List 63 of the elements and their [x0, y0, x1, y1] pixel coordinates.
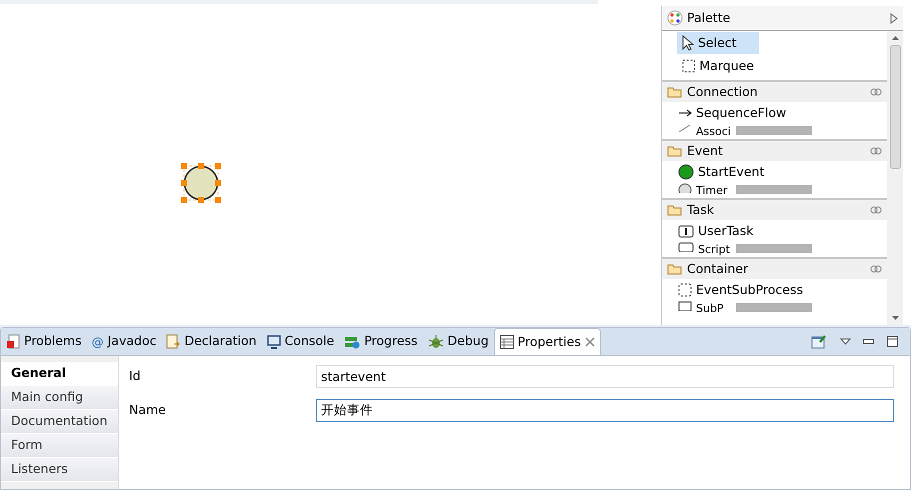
palette-entry[interactable]: Associ [662, 124, 887, 139]
user-task-icon [678, 224, 694, 238]
view-tab[interactable]: Debug [422, 328, 494, 355]
field-label: Id [128, 366, 142, 385]
minimize-icon[interactable] [863, 339, 874, 344]
monitor-icon [266, 334, 281, 348]
section-tab[interactable]: Listeners [1, 458, 118, 482]
folder-icon [667, 86, 683, 98]
palette-entry[interactable]: SubP [662, 301, 887, 316]
palette-entry[interactable]: Timer [662, 183, 887, 198]
palette-entry[interactable]: SequenceFlow [662, 102, 887, 124]
arrow-icon [678, 109, 692, 117]
dashed-rectangle-icon [682, 59, 696, 73]
view-tab[interactable]: @ Javadoc [86, 328, 162, 355]
palette-icon [667, 10, 683, 26]
palette-title: Palette [687, 8, 732, 27]
subprocess-icon [678, 301, 692, 311]
palette-entry[interactable]: EventSubProcess [662, 279, 887, 301]
scroll-up-icon[interactable] [890, 35, 900, 41]
section-tab[interactable]: Main config [1, 386, 118, 410]
section-tab[interactable]: Form [1, 434, 118, 458]
dashed-rectangle-icon [678, 283, 692, 297]
view-tab[interactable]: Problems [1, 328, 87, 355]
pin-icon[interactable] [811, 334, 827, 349]
scroll-down-icon[interactable] [890, 315, 900, 321]
maximize-icon[interactable] [886, 336, 898, 347]
expand-triangle-icon[interactable] [890, 12, 898, 24]
progress-icon [344, 334, 360, 348]
palette-tool[interactable]: Marquee [677, 55, 759, 77]
input-field[interactable]: 开始事件 [316, 398, 894, 422]
clock-icon [678, 183, 692, 193]
input-field[interactable]: startevent [316, 364, 894, 388]
palette-tool[interactable]: Select [677, 32, 759, 54]
folder-icon [667, 263, 683, 275]
line-icon [678, 124, 692, 132]
palette-entry[interactable]: StartEvent [662, 161, 887, 183]
start-event-node[interactable] [181, 163, 221, 203]
section-tab[interactable]: Documentation [1, 410, 118, 434]
view-menu-icon[interactable] [840, 338, 850, 345]
start-event-icon [678, 164, 694, 180]
close-icon [584, 337, 595, 347]
drawer-header[interactable]: Container [662, 257, 887, 279]
view-tab[interactable]: Declaration [161, 328, 262, 355]
drawer-header[interactable]: Event [662, 139, 887, 161]
pointer-icon [682, 35, 694, 51]
drawer-header[interactable]: Connection [662, 80, 887, 102]
declaration-icon [166, 334, 180, 350]
palette-entry[interactable]: UserTask [662, 220, 887, 242]
view-tab[interactable]: Properties [494, 328, 601, 355]
folder-icon [667, 145, 683, 157]
view-tab[interactable]: Console [262, 328, 340, 355]
table-icon [500, 335, 514, 349]
script-icon [678, 242, 694, 252]
at-icon: @ [92, 332, 104, 350]
section-tab[interactable]: General [1, 362, 118, 386]
error-report-icon [6, 334, 20, 350]
view-tab[interactable]: Progress [339, 328, 423, 355]
drawer-header[interactable]: Task [662, 198, 887, 220]
field-label: Name [128, 400, 167, 419]
palette-entry[interactable]: Script [662, 242, 887, 257]
bug-icon [428, 334, 444, 350]
scrollbar[interactable] [887, 31, 903, 325]
folder-icon [667, 204, 683, 216]
